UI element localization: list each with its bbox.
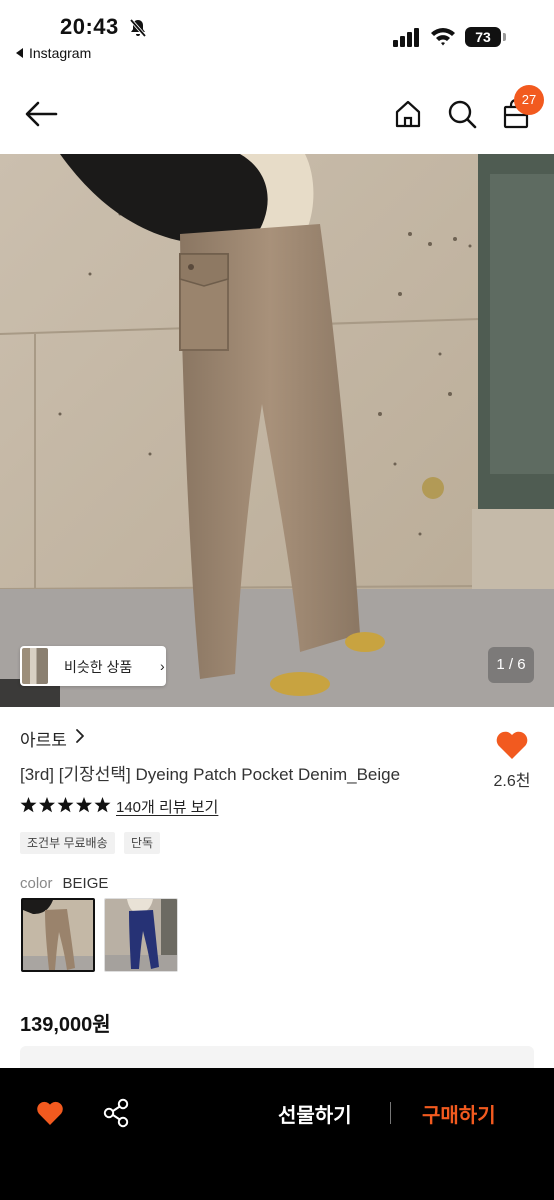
back-triangle-icon	[16, 48, 23, 58]
status-time: 20:43	[60, 14, 119, 39]
product-title: [3rd] [기장선택] Dyeing Patch Pocket Denim_B…	[20, 765, 401, 784]
swatch-beige-image	[23, 900, 93, 970]
bottom-action-bar: 선물하기 구매하기	[0, 1068, 554, 1200]
similar-products-thumbnail	[22, 648, 48, 684]
chevron-right-icon: ›	[160, 658, 165, 674]
color-value: BEIGE	[62, 875, 109, 892]
product-price: 139,000원	[20, 1014, 111, 1036]
arrow-left-icon[interactable]	[22, 98, 62, 130]
signal-icon	[393, 28, 419, 47]
product-photo-art	[0, 154, 554, 707]
wish-count: 2.6천	[493, 773, 531, 790]
chevron-right-icon[interactable]	[74, 727, 86, 745]
home-icon[interactable]	[392, 98, 424, 130]
app-header	[0, 70, 554, 154]
swatch-navy-image	[105, 899, 177, 971]
exclusive-tag: 단독	[124, 832, 161, 854]
buy-button[interactable]: 구매하기	[422, 1099, 496, 1128]
similar-products-button[interactable]: 비슷한 상품 ›	[20, 646, 166, 686]
brand-link[interactable]: 아르토	[20, 726, 67, 751]
color-row: color BEIGE	[20, 875, 108, 892]
gift-button[interactable]: 선물하기	[278, 1099, 352, 1128]
wifi-icon	[431, 28, 455, 46]
color-swatch-navy[interactable]	[104, 898, 178, 972]
status-bar: 20:43 Instagram 73	[0, 0, 554, 70]
battery-level: 73	[465, 27, 501, 47]
back-app-label: Instagram	[29, 45, 92, 61]
image-page-indicator: 1 / 6	[488, 647, 534, 683]
battery-tip	[503, 33, 506, 41]
product-photo[interactable]	[0, 154, 554, 707]
cart-count-badge[interactable]: 27	[514, 85, 544, 115]
search-icon[interactable]	[446, 98, 478, 130]
back-to-instagram[interactable]: Instagram	[16, 45, 91, 61]
color-swatch-beige[interactable]	[21, 898, 95, 972]
heart-icon[interactable]	[36, 1100, 64, 1126]
rating-stars	[20, 797, 111, 813]
color-label: color	[20, 875, 53, 892]
heart-icon[interactable]	[495, 730, 529, 760]
share-icon[interactable]	[102, 1098, 130, 1128]
shipping-tag: 조건부 무료배송	[20, 832, 115, 854]
similar-products-label: 비슷한 상품	[64, 659, 133, 675]
bottom-bar-divider	[390, 1102, 391, 1124]
battery-icon: 73	[465, 27, 507, 47]
bell-off-icon	[129, 18, 147, 38]
review-link[interactable]: 140개 리뷰 보기	[116, 796, 218, 817]
